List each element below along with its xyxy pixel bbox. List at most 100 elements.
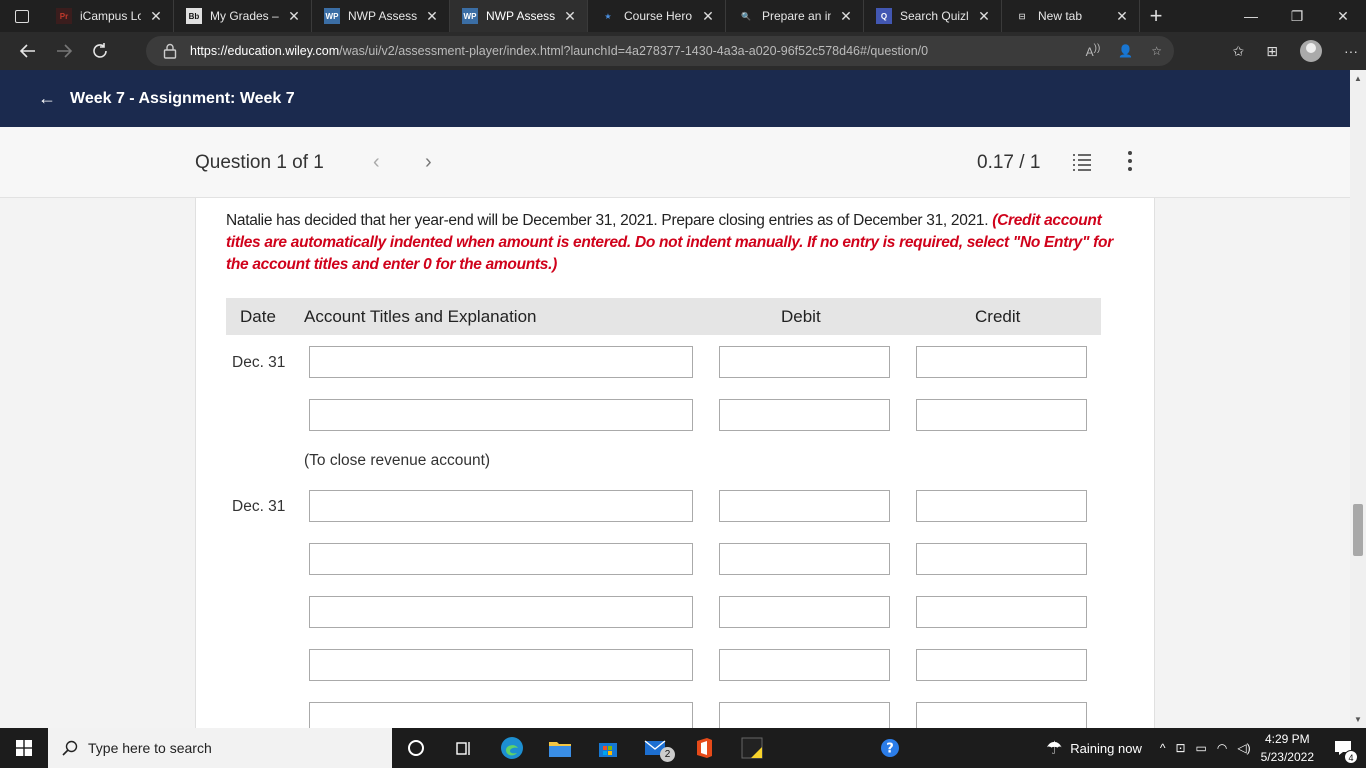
debit-input[interactable] — [719, 543, 890, 575]
assignment-title[interactable]: Week 7 - Assignment: Week 7 — [70, 90, 295, 108]
back-to-assignment-icon[interactable]: ← — [38, 88, 56, 109]
entry-1-explanation: (To close revenue account) — [304, 452, 491, 469]
meet-now-icon[interactable]: ⊡ — [1175, 741, 1185, 755]
settings-more-icon[interactable]: ··· — [1344, 43, 1358, 59]
close-tab-icon[interactable]: ✕ — [977, 8, 991, 25]
task-view-icon — [456, 742, 470, 755]
task-view-button[interactable] — [440, 728, 488, 768]
browser-tab[interactable]: ★ Course Hero ✕ — [588, 0, 726, 32]
close-tab-icon[interactable]: ✕ — [701, 8, 715, 25]
credit-input[interactable] — [916, 649, 1087, 681]
mail-badge: 2 — [660, 747, 675, 762]
tab-title: NWP Assessm — [348, 9, 417, 23]
question-panel: Natalie has decided that her year-end wi… — [195, 198, 1155, 728]
credit-input[interactable] — [916, 346, 1087, 378]
credit-input[interactable] — [916, 702, 1087, 728]
favorites-icon[interactable]: ✩ — [1233, 43, 1245, 60]
scroll-thumb[interactable] — [1353, 504, 1363, 556]
header-date: Date — [240, 307, 276, 326]
profile-avatar[interactable] — [1300, 40, 1322, 62]
close-tab-icon[interactable]: ✕ — [1115, 8, 1129, 25]
edge-taskbar-button[interactable] — [488, 728, 536, 768]
browser-tab[interactable]: 🔍 Prepare an in ✕ — [726, 0, 864, 32]
question-number: Question 1 of 1 — [195, 152, 324, 173]
clock[interactable]: 4:29 PM 5/23/2022 — [1261, 730, 1314, 766]
browser-tab[interactable]: WP NWP Assessm ✕ — [450, 0, 588, 32]
windows-taskbar: Type here to search 2 ? ☂ Raining now ^ … — [0, 728, 1366, 768]
back-button[interactable] — [10, 33, 46, 69]
next-question-icon[interactable]: › — [425, 151, 432, 174]
sticky-notes-button[interactable] — [728, 728, 776, 768]
restore-button[interactable]: ❐ — [1274, 0, 1320, 32]
browser-tab[interactable]: Bb My Grades – A ✕ — [174, 0, 312, 32]
browser-tab[interactable]: Pr iCampus Logi ✕ — [44, 0, 174, 32]
scroll-up-icon[interactable]: ▲ — [1354, 74, 1362, 83]
debit-input[interactable] — [719, 399, 890, 431]
read-aloud-icon[interactable]: A)) — [1086, 43, 1101, 59]
browser-tab[interactable]: WP NWP Assessm ✕ — [312, 0, 450, 32]
assignment-header: ← Week 7 - Assignment: Week 7 — [0, 70, 1350, 127]
svg-text:?: ? — [886, 742, 894, 757]
credit-input[interactable] — [916, 543, 1087, 575]
close-tab-icon[interactable]: ✕ — [563, 8, 577, 25]
credit-input[interactable] — [916, 490, 1087, 522]
add-favorite-icon[interactable]: ☆ — [1151, 44, 1162, 58]
office-button[interactable] — [680, 728, 728, 768]
volume-icon[interactable]: ◁) — [1237, 741, 1250, 755]
credit-input[interactable] — [916, 399, 1087, 431]
store-button[interactable] — [584, 728, 632, 768]
lock-icon — [163, 43, 177, 59]
weather-widget[interactable]: ☂ Raining now — [1046, 738, 1142, 759]
tab-favicon-icon: Bb — [186, 8, 202, 24]
account-title-input[interactable] — [309, 649, 693, 681]
debit-input[interactable] — [719, 596, 890, 628]
previous-question-icon[interactable]: ‹ — [373, 151, 380, 174]
debit-input[interactable] — [719, 490, 890, 522]
browser-tab[interactable]: ⊟ New tab ✕ — [1002, 0, 1140, 32]
journal-table-header: Date Account Titles and Explanation Debi… — [226, 298, 1101, 335]
cortana-button[interactable] — [392, 728, 440, 768]
debit-input[interactable] — [719, 649, 890, 681]
close-tab-icon[interactable]: ✕ — [425, 8, 439, 25]
file-explorer-button[interactable] — [536, 728, 584, 768]
entry-2-date: Dec. 31 — [232, 498, 286, 515]
question-list-icon[interactable] — [1072, 152, 1092, 172]
people-icon[interactable]: 👤 — [1118, 44, 1133, 58]
minimize-button[interactable]: — — [1228, 0, 1274, 32]
forward-button[interactable] — [46, 33, 82, 69]
scroll-down-icon[interactable]: ▼ — [1354, 715, 1362, 724]
close-tab-icon[interactable]: ✕ — [839, 8, 853, 25]
account-title-input[interactable] — [309, 399, 693, 431]
start-button[interactable] — [0, 728, 48, 768]
account-title-input[interactable] — [309, 490, 693, 522]
wifi-icon[interactable]: ◠ — [1217, 741, 1227, 755]
notification-badge: 4 — [1344, 750, 1358, 764]
window-controls: — ❐ ✕ — [1228, 0, 1366, 32]
account-title-input[interactable] — [309, 543, 693, 575]
help-button[interactable]: ? — [866, 728, 914, 768]
back-arrow-icon — [19, 44, 35, 58]
tab-actions-button[interactable] — [0, 0, 44, 32]
taskbar-search[interactable]: Type here to search — [48, 728, 392, 768]
account-title-input[interactable] — [309, 702, 693, 728]
page-scrollbar[interactable]: ▲ ▼ — [1350, 70, 1366, 728]
tray-overflow-icon[interactable]: ^ — [1160, 741, 1166, 755]
debit-input[interactable] — [719, 346, 890, 378]
refresh-button[interactable] — [82, 33, 118, 69]
network-warning-icon[interactable]: ▭ — [1196, 741, 1207, 755]
close-tab-icon[interactable]: ✕ — [149, 8, 163, 25]
browser-tab[interactable]: Q Search Quizle ✕ — [864, 0, 1002, 32]
credit-input[interactable] — [916, 596, 1087, 628]
tab-favicon-icon: ⊟ — [1018, 11, 1026, 21]
debit-input[interactable] — [719, 702, 890, 728]
close-tab-icon[interactable]: ✕ — [287, 8, 301, 25]
notification-center-button[interactable]: 4 — [1328, 728, 1358, 768]
account-title-input[interactable] — [309, 346, 693, 378]
address-bar[interactable]: https://education.wiley.com/was/ui/v2/as… — [146, 36, 1174, 66]
close-window-button[interactable]: ✕ — [1320, 0, 1366, 32]
account-title-input[interactable] — [309, 596, 693, 628]
new-tab-button[interactable]: + — [1140, 0, 1172, 32]
collections-icon[interactable]: ⊞ — [1266, 43, 1278, 60]
more-options-icon[interactable] — [1124, 149, 1136, 173]
mail-button[interactable]: 2 — [632, 728, 680, 768]
